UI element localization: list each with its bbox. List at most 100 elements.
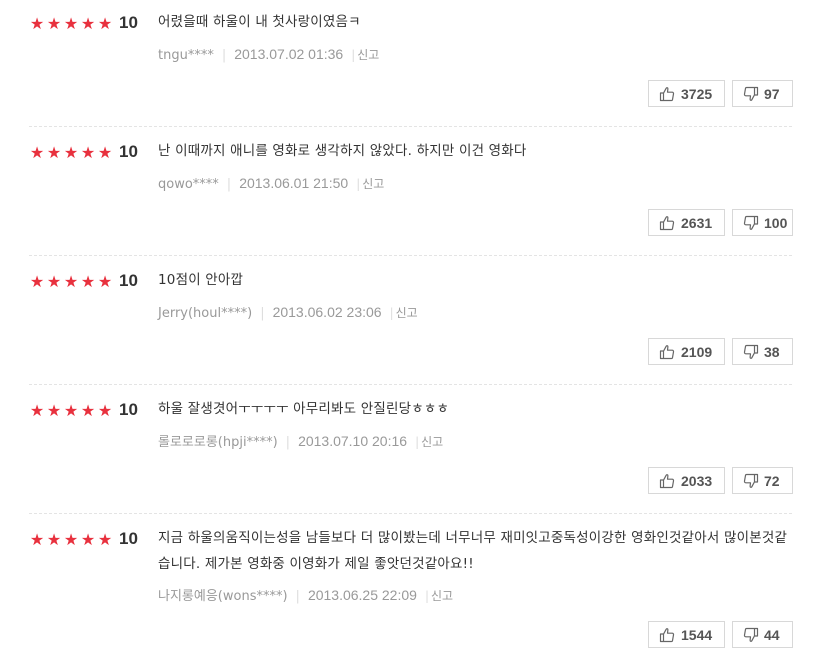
star-icon: ★	[29, 143, 45, 162]
review-text: 난 이때까지 애니를 영화로 생각하지 않았다. 하지만 이건 영화다	[158, 143, 527, 159]
meta-separator: |	[424, 589, 429, 603]
review-meta: 나지롱예응(wons****) | 2013.06.25 22:09 | 신고	[158, 587, 453, 605]
meta-separator: |	[295, 589, 300, 604]
like-count: 3725	[681, 85, 713, 102]
review-date: 2013.06.02 23:06	[272, 304, 382, 320]
like-count: 2109	[681, 343, 713, 360]
report-link[interactable]: 신고	[396, 306, 418, 320]
review-date: 2013.07.10 20:16	[298, 433, 408, 449]
dislike-count: 97	[764, 85, 780, 102]
star-icon: ★	[29, 272, 45, 291]
meta-separator: |	[389, 306, 394, 320]
star-icon: ★	[63, 14, 79, 33]
star-icon: ★	[80, 14, 96, 33]
thumbs-up-icon	[658, 214, 676, 232]
report-link[interactable]: 신고	[421, 435, 443, 449]
meta-separator: |	[285, 435, 291, 450]
meta-separator: |	[415, 435, 420, 449]
review-date: 2013.07.02 01:36	[234, 46, 344, 62]
reviewer-name: 롤로로로롱(hpji****)	[158, 435, 278, 450]
like-count: 2631	[681, 214, 713, 231]
like-count: 1544	[681, 626, 713, 643]
review-text: 지금 하울의움직이는성을 남들보다 더 많이봤는데 너무너무 재미잇고중독성이강…	[158, 530, 788, 572]
star-icon: ★	[80, 530, 96, 549]
star-icon: ★	[46, 14, 62, 33]
review-meta: 롤로로로롱(hpji****) | 2013.07.10 20:16 | 신고	[158, 433, 443, 451]
star-icon: ★	[46, 272, 62, 291]
star-icon: ★	[29, 14, 45, 33]
star-icon: ★	[80, 401, 96, 420]
review-date: 2013.06.01 21:50	[239, 175, 349, 191]
report-link[interactable]: 신고	[431, 589, 453, 603]
meta-separator: |	[351, 48, 356, 62]
thumbs-up-icon	[658, 343, 676, 361]
star-icon: ★	[63, 530, 79, 549]
review-divider	[29, 126, 792, 127]
meta-separator: |	[221, 48, 227, 63]
review-text: 어렸을때 하울이 내 첫사랑이였음ㅋ	[158, 14, 361, 30]
report-link[interactable]: 신고	[362, 177, 384, 191]
star-icon: ★	[97, 143, 113, 162]
dislike-button[interactable]: 100	[732, 209, 793, 236]
thumbs-down-icon	[742, 343, 760, 361]
star-icon: ★	[63, 272, 79, 291]
thumbs-down-icon	[742, 626, 760, 644]
thumbs-down-icon	[742, 472, 760, 490]
like-button[interactable]: 2033	[648, 467, 725, 494]
star-icon: ★	[97, 272, 113, 291]
rating-score: 10	[119, 400, 138, 419]
star-icon: ★	[80, 143, 96, 162]
dislike-button[interactable]: 97	[732, 80, 793, 107]
star-icon: ★	[29, 401, 45, 420]
meta-separator: |	[356, 177, 361, 191]
review-text: 하울 잘생겻어ㅜㅜㅜㅜ 아무리봐도 안질린당ㅎㅎㅎ	[158, 401, 450, 417]
star-icon: ★	[46, 530, 62, 549]
dislike-count: 72	[764, 472, 780, 489]
dislike-count: 100	[764, 214, 788, 231]
star-icon: ★	[97, 14, 113, 33]
star-rating: ★ ★ ★ ★ ★	[29, 273, 113, 290]
review-meta: Jerry(houl****) | 2013.06.02 23:06 | 신고	[158, 304, 418, 322]
thumbs-down-icon	[742, 214, 760, 232]
review-text: 10점이 안아깝	[158, 272, 244, 288]
like-button[interactable]: 3725	[648, 80, 725, 107]
review-divider	[29, 384, 792, 385]
star-icon: ★	[46, 401, 62, 420]
star-icon: ★	[46, 143, 62, 162]
rating-score: 10	[119, 142, 138, 161]
dislike-count: 38	[764, 343, 780, 360]
dislike-button[interactable]: 72	[732, 467, 793, 494]
review-divider	[29, 255, 792, 256]
like-button[interactable]: 2109	[648, 338, 725, 365]
thumbs-up-icon	[658, 85, 676, 103]
like-button[interactable]: 2631	[648, 209, 725, 236]
review-divider	[29, 513, 792, 514]
star-icon: ★	[63, 143, 79, 162]
star-icon: ★	[63, 401, 79, 420]
star-icon: ★	[97, 401, 113, 420]
meta-separator: |	[260, 306, 265, 321]
like-button[interactable]: 1544	[648, 621, 725, 648]
reviewer-name: qowo****	[158, 177, 219, 192]
review-meta: qowo**** | 2013.06.01 21:50 | 신고	[158, 175, 384, 193]
star-rating: ★ ★ ★ ★ ★	[29, 402, 113, 419]
rating-score: 10	[119, 271, 138, 290]
star-icon: ★	[29, 530, 45, 549]
meta-separator: |	[226, 177, 232, 192]
star-rating: ★ ★ ★ ★ ★	[29, 15, 113, 32]
dislike-button[interactable]: 44	[732, 621, 793, 648]
rating-score: 10	[119, 529, 138, 548]
like-count: 2033	[681, 472, 713, 489]
star-rating: ★ ★ ★ ★ ★	[29, 144, 113, 161]
dislike-button[interactable]: 38	[732, 338, 793, 365]
review-date: 2013.06.25 22:09	[307, 587, 417, 603]
reviewer-name: Jerry(houl****)	[158, 306, 253, 321]
star-rating: ★ ★ ★ ★ ★	[29, 531, 113, 548]
report-link[interactable]: 신고	[357, 48, 379, 62]
star-icon: ★	[80, 272, 96, 291]
star-icon: ★	[97, 530, 113, 549]
review-meta: tngu**** | 2013.07.02 01:36 | 신고	[158, 46, 379, 64]
reviewer-name: tngu****	[158, 48, 214, 63]
rating-score: 10	[119, 13, 138, 32]
dislike-count: 44	[764, 626, 780, 643]
